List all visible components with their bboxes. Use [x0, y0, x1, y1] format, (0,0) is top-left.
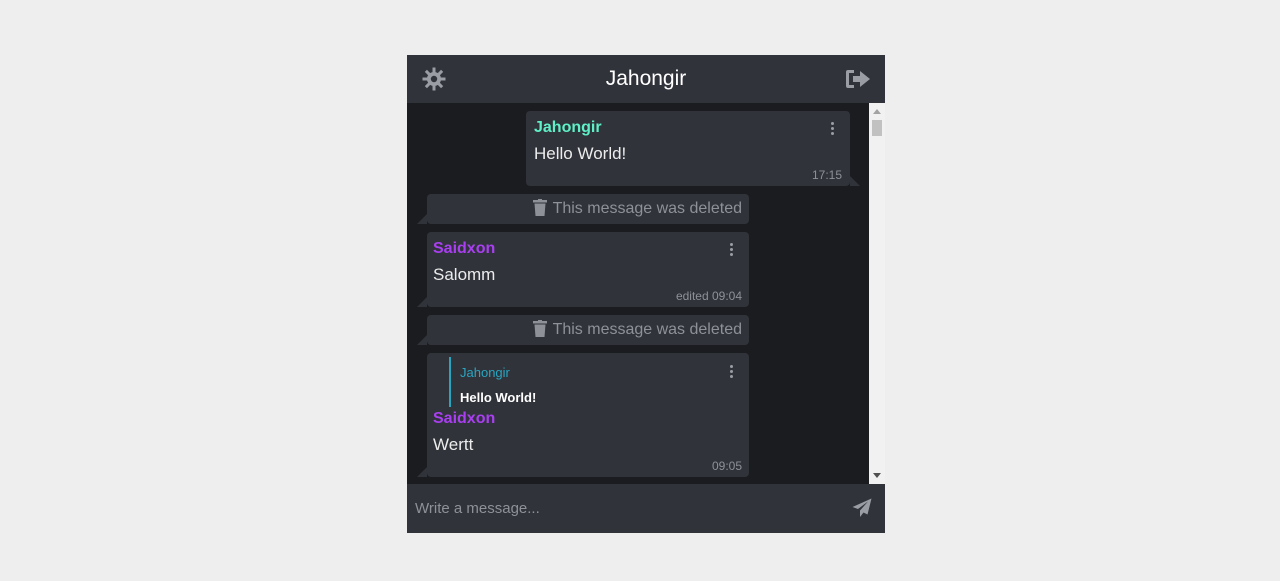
message-time: 17:15 — [811, 168, 842, 182]
sign-out-icon[interactable] — [845, 68, 871, 90]
chat-title: Jahongir — [605, 67, 687, 90]
message-bubble-incoming[interactable]: Saidxon Salomm edited 09:04 — [417, 232, 749, 307]
message-menu-icon[interactable] — [831, 122, 835, 136]
message-sender: Saidxon — [433, 410, 496, 427]
trash-icon — [532, 320, 547, 337]
message-sender: Saidxon — [433, 240, 496, 257]
scrollbar[interactable] — [869, 103, 885, 484]
message-deleted: This message was deleted — [417, 315, 749, 345]
message-time: 09:05 — [711, 459, 742, 473]
paper-plane-icon[interactable] — [852, 498, 872, 518]
message-list[interactable]: Jahongir Hello World! 17:15 This message… — [407, 103, 885, 484]
message-menu-icon[interactable] — [730, 243, 734, 257]
scroll-up-arrow[interactable] — [873, 109, 881, 114]
trash-icon — [532, 199, 547, 216]
message-menu-icon[interactable] — [730, 365, 734, 379]
reply-text: Hello World! — [460, 390, 537, 405]
message-text: Hello World! — [534, 144, 627, 163]
message-composer — [407, 484, 885, 533]
chat-window: Jahongir Jahongir Hello World! 17:15 Thi… — [407, 55, 885, 533]
scrollbar-thumb[interactable] — [872, 120, 882, 136]
message-text: Wertt — [433, 435, 474, 454]
message-sender: Jahongir — [534, 119, 602, 136]
scroll-down-arrow[interactable] — [873, 473, 881, 478]
message-time: edited 09:04 — [675, 289, 742, 303]
message-input[interactable] — [407, 484, 827, 533]
deleted-text: This message was deleted — [552, 321, 742, 338]
chat-header: Jahongir — [407, 55, 885, 103]
reply-sender: Jahongir — [460, 365, 510, 380]
message-bubble-outgoing[interactable]: Jahongir Hello World! 17:15 — [526, 111, 860, 186]
reply-quote[interactable]: Jahongir Hello World! — [449, 357, 651, 407]
message-bubble-incoming[interactable]: Jahongir Hello World! Saidxon Wertt 09:0… — [417, 353, 749, 477]
message-text: Salomm — [433, 265, 496, 284]
message-deleted: This message was deleted — [417, 194, 749, 224]
deleted-text: This message was deleted — [552, 200, 742, 217]
